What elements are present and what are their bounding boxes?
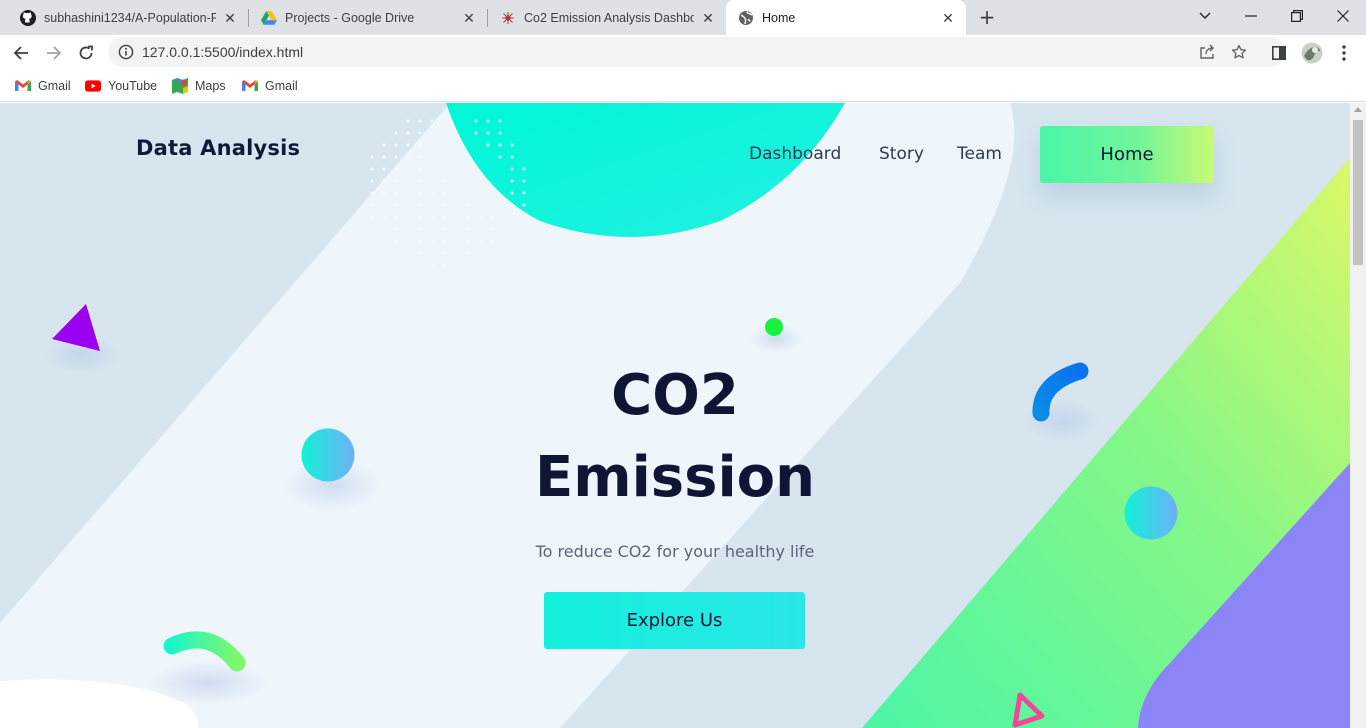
hero-title-line2: Emission — [535, 445, 815, 510]
nav-dashboard[interactable]: Dashboard — [749, 144, 841, 164]
tab-title: Co2 Emission Analysis Dashbord — [524, 10, 694, 25]
tab-title: subhashini1234/A-Population-Fo — [44, 10, 216, 25]
scroll-thumb[interactable] — [1353, 120, 1363, 265]
bookmark-label: Gmail — [38, 79, 71, 93]
tab-github[interactable]: subhashini1234/A-Population-Fo ✕ — [8, 0, 248, 35]
restore-icon — [1291, 10, 1303, 22]
address-text[interactable]: 127.0.0.1:5500/index.html — [142, 44, 303, 60]
more-vert-icon — [1342, 45, 1346, 61]
nav-team[interactable]: Team — [957, 144, 1002, 164]
minimize-button[interactable] — [1228, 0, 1274, 32]
bookmarks-bar: Gmail YouTube Maps Gmail — [0, 70, 1366, 102]
tab-co2-dashboard[interactable]: Co2 Emission Analysis Dashbord ✕ — [488, 0, 726, 35]
bookmark-star-icon[interactable] — [1230, 43, 1248, 61]
bookmark-gmail[interactable]: Gmail — [15, 76, 71, 96]
home-button[interactable]: Home — [1040, 126, 1214, 183]
arrow-left-icon — [13, 46, 28, 60]
close-icon[interactable]: ✕ — [461, 10, 477, 26]
bookmark-maps[interactable]: Maps — [172, 76, 226, 96]
forward-button[interactable] — [42, 41, 66, 65]
side-panel-button[interactable] — [1267, 41, 1291, 65]
info-icon[interactable] — [118, 44, 134, 60]
restore-button[interactable] — [1274, 0, 1320, 32]
tableau-icon — [500, 10, 516, 26]
profile-avatar[interactable] — [1300, 41, 1324, 65]
new-tab-button[interactable]: + — [976, 6, 998, 28]
tab-search-button[interactable] — [1182, 0, 1228, 32]
close-icon[interactable]: ✕ — [940, 10, 956, 26]
gmail-icon — [242, 78, 258, 94]
close-icon[interactable]: ✕ — [222, 10, 238, 26]
address-bar[interactable]: 127.0.0.1:5500/index.html — [108, 37, 1286, 67]
bookmark-label: Maps — [195, 79, 226, 93]
tab-strip: subhashini1234/A-Population-Fo ✕ Project… — [0, 0, 1366, 35]
explore-us-button[interactable]: Explore Us — [544, 592, 805, 649]
page-scrollbar[interactable] — [1350, 103, 1366, 728]
gradient-circle-left — [301, 428, 355, 482]
side-panel-icon — [1272, 46, 1286, 60]
close-icon[interactable]: ✕ — [700, 10, 716, 26]
green-dot-shape — [765, 318, 783, 336]
gradient-circle-right — [1124, 486, 1178, 540]
youtube-icon — [85, 78, 101, 94]
scroll-up-arrow-icon[interactable] — [1354, 107, 1362, 112]
browser-toolbar: 127.0.0.1:5500/index.html — [0, 35, 1366, 70]
back-button[interactable] — [9, 41, 33, 65]
globe-icon — [738, 10, 754, 26]
bookmark-label: YouTube — [108, 79, 158, 93]
github-icon — [20, 9, 36, 26]
hero-title-line1: CO2 — [611, 363, 739, 428]
tab-title: Projects - Google Drive — [285, 10, 415, 25]
reload-icon — [79, 45, 93, 60]
google-maps-icon — [172, 78, 188, 94]
tab-title: Home — [762, 10, 796, 25]
page-viewport: Data Analysis Dashboard Story Team Home … — [0, 103, 1350, 728]
google-drive-icon — [261, 10, 277, 26]
close-window-button[interactable] — [1320, 0, 1366, 32]
hero-subtitle: To reduce CO2 for your healthy life — [535, 542, 815, 561]
site-logo[interactable]: Data Analysis — [136, 136, 300, 160]
share-icon[interactable] — [1198, 43, 1216, 61]
bookmark-gmail-2[interactable]: Gmail — [242, 76, 298, 96]
tab-google-drive[interactable]: Projects - Google Drive ✕ — [249, 0, 487, 35]
minimize-icon — [1245, 15, 1257, 17]
arrow-right-icon — [47, 46, 62, 60]
reload-button[interactable] — [74, 41, 98, 65]
chevron-down-icon — [1199, 12, 1211, 19]
menu-button[interactable] — [1332, 41, 1356, 65]
avatar-icon — [1301, 42, 1323, 64]
close-icon — [1337, 10, 1349, 22]
bookmark-label: Gmail — [265, 79, 298, 93]
nav-story[interactable]: Story — [879, 144, 924, 164]
gmail-icon — [15, 78, 31, 94]
tab-home[interactable]: Home ✕ — [726, 0, 966, 35]
bookmark-youtube[interactable]: YouTube — [85, 76, 157, 96]
